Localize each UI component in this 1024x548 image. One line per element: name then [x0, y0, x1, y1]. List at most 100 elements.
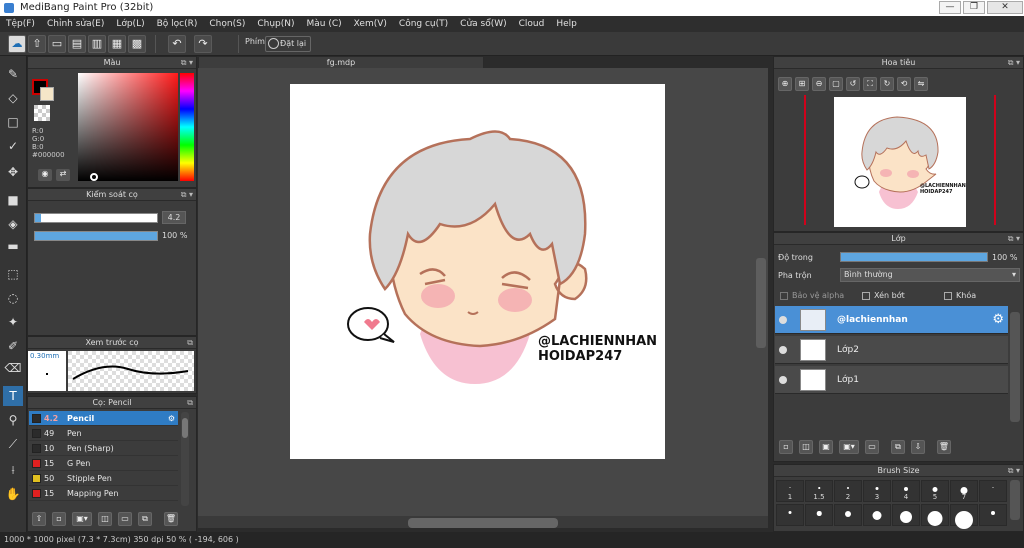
clipping-checkbox[interactable]: Xén bớt [862, 291, 905, 300]
pen-tool-icon[interactable]: ✓ [3, 136, 23, 156]
dot-tool-icon[interactable]: □ [3, 112, 23, 132]
actual-size-icon[interactable]: ▢ [829, 77, 843, 91]
brush-size-cell[interactable] [863, 504, 891, 526]
brush-size-cell[interactable] [834, 504, 862, 526]
brush-size-value[interactable]: 4.2 [162, 211, 186, 224]
brush-list-scrollbar[interactable] [181, 412, 189, 506]
hand-tool-icon[interactable]: ✋ [3, 484, 23, 504]
menu-window[interactable]: Cửa sổ(W) [454, 16, 512, 32]
text-tool-icon[interactable]: T [3, 386, 23, 406]
brush-size-cell[interactable] [979, 504, 1007, 526]
select-tool-icon[interactable]: ⬚ [3, 264, 23, 284]
operation-tool-icon[interactable]: ⚲ [3, 410, 23, 430]
menu-tools[interactable]: Công cụ(T) [393, 16, 454, 32]
visibility-icon[interactable] [779, 346, 787, 354]
brush-item[interactable]: 50 Stipple Pen [29, 471, 178, 486]
brush-size-cell[interactable]: 1.5 [805, 480, 833, 502]
brush-tool-icon[interactable]: ✎ [3, 64, 23, 84]
canvas-page[interactable]: @LACHIENNHAN HOIDAP247 [290, 84, 665, 459]
brush-size-cell[interactable] [776, 504, 804, 526]
fit-window-icon[interactable]: ⛶ [863, 77, 877, 91]
grid-icon[interactable]: ▩ [128, 35, 146, 53]
menu-filter[interactable]: Bộ lọc(R) [151, 16, 204, 32]
trash-icon[interactable]: 🗑 [164, 512, 178, 526]
layer-row[interactable]: Lớp2 [775, 336, 1008, 364]
eraser-tool-icon[interactable]: ◇ [3, 88, 23, 108]
gradient-tool-icon[interactable]: ▬ [3, 236, 23, 256]
menu-cloud[interactable]: Cloud [513, 16, 551, 32]
layer-row[interactable]: @lachiennhan ⚙ [775, 306, 1008, 334]
brush-item[interactable]: 15 G Pen [29, 456, 178, 471]
palette-icon[interactable]: ◉ [38, 169, 52, 181]
minimize-button[interactable]: — [939, 1, 961, 14]
layer-scrollbar[interactable] [1010, 312, 1020, 422]
picker-handle[interactable] [90, 173, 98, 181]
rotate-left-icon[interactable]: ↺ [846, 77, 860, 91]
opacity-slider[interactable] [34, 231, 158, 241]
maximize-button[interactable]: ❐ [963, 1, 985, 14]
brush-size-cell[interactable]: 2 [834, 480, 862, 502]
menu-view[interactable]: Xem(V) [348, 16, 393, 32]
panel-menu-icon[interactable]: ⧉ ▾ [181, 57, 193, 69]
color-picker-square[interactable] [78, 73, 178, 181]
magic-wand-icon[interactable]: ✦ [3, 312, 23, 332]
protect-alpha-checkbox[interactable]: Bảo vệ alpha [780, 291, 844, 300]
panel-menu-icon[interactable]: ⧉ [187, 337, 193, 349]
swap-color-icon[interactable]: ⇄ [56, 169, 70, 181]
canvas-area[interactable]: @LACHIENNHAN HOIDAP247 [198, 68, 768, 528]
navigator-thumbnail[interactable]: @LACHIENNHAN HOIDAP247 [834, 97, 966, 227]
brush-size-cell[interactable] [805, 504, 833, 526]
menu-layer[interactable]: Lớp(L) [110, 16, 150, 32]
brush-item[interactable]: 49 Pen [29, 426, 178, 441]
brush-size-cell[interactable] [892, 504, 920, 526]
menu-snap[interactable]: Chụp(N) [251, 16, 300, 32]
cloud-icon[interactable]: ☁ [8, 35, 26, 53]
select-eraser-icon[interactable]: ⌫ [3, 358, 23, 378]
flip-icon[interactable]: ⇋ [914, 77, 928, 91]
page-icon[interactable]: ▥ [88, 35, 106, 53]
panel-menu-icon[interactable]: ⧉ ▾ [1008, 57, 1020, 69]
menu-help[interactable]: Help [550, 16, 583, 32]
share-icon[interactable]: ⇧ [28, 35, 46, 53]
eyedropper-icon[interactable]: ⟊ [3, 460, 23, 480]
lasso-tool-icon[interactable]: ◌ [3, 288, 23, 308]
reset-rotation-icon[interactable]: ⟲ [897, 77, 911, 91]
secondary-color-swatch[interactable] [40, 87, 54, 101]
brush-item[interactable]: 10 Pen (Sharp) [29, 441, 178, 456]
select-pen-icon[interactable]: ✐ [3, 336, 23, 356]
close-button[interactable]: ✕ [987, 1, 1023, 14]
transparent-swatch[interactable] [34, 105, 50, 121]
lock-checkbox[interactable]: Khóa [944, 291, 976, 300]
visibility-icon[interactable] [779, 316, 787, 324]
upload-brush-icon[interactable]: ⇧ [32, 512, 46, 526]
blend-mode-select[interactable]: Bình thường ▾ [840, 268, 1020, 282]
panel-menu-icon[interactable]: ⧉ ▾ [1008, 465, 1020, 477]
comment-icon[interactable]: ▭ [48, 35, 66, 53]
zoom-fit-icon[interactable]: ⊞ [795, 77, 809, 91]
brush-size-cell[interactable]: 1 [776, 480, 804, 502]
brush-size-cell[interactable] [979, 480, 1007, 502]
duplicate-layer-icon[interactable]: ⧉ [891, 440, 905, 454]
duplicate-icon[interactable]: ⧉ [138, 512, 152, 526]
gear-icon[interactable]: ⚙ [168, 411, 175, 426]
zoom-out-icon[interactable]: ⊖ [812, 77, 826, 91]
add-brush-icon[interactable]: ▣▾ [72, 512, 92, 526]
redo-icon[interactable]: ↷ [194, 35, 212, 53]
merge-down-icon[interactable]: ⇩ [911, 440, 925, 454]
move-tool-icon[interactable]: ✥ [3, 162, 23, 182]
layer-opacity-slider[interactable] [840, 252, 988, 262]
hue-slider[interactable] [180, 73, 194, 181]
menu-edit[interactable]: Chỉnh sửa(E) [41, 16, 110, 32]
brush-size-cell[interactable]: 7 [950, 480, 978, 502]
brush-item[interactable]: 15 Mapping Pen [29, 486, 178, 501]
undo-icon[interactable]: ↶ [168, 35, 186, 53]
new-halftone-layer-icon[interactable]: ◫ [799, 440, 813, 454]
copy-brush-icon[interactable]: ◫ [98, 512, 112, 526]
new-layer-icon[interactable]: ▫ [779, 440, 793, 454]
canvas-vertical-scrollbar[interactable] [756, 258, 766, 348]
zoom-in-icon[interactable]: ⊕ [778, 77, 792, 91]
gear-icon[interactable]: ⚙ [992, 312, 1004, 327]
fill-tool-icon[interactable]: ◈ [3, 214, 23, 234]
menu-color[interactable]: Màu (C) [301, 16, 348, 32]
document-icon[interactable]: ▤ [68, 35, 86, 53]
